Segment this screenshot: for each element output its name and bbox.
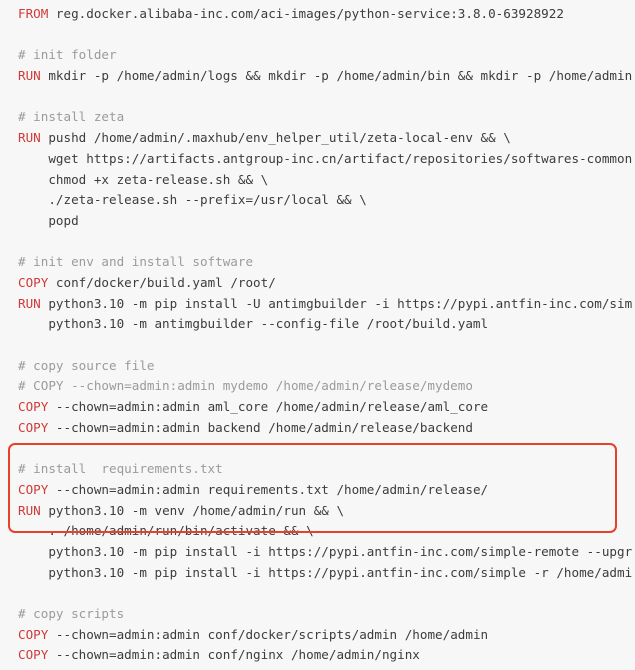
code-comment: # copy scripts xyxy=(18,605,125,621)
code-line[interactable]: # install requirements.txt xyxy=(0,459,635,480)
code-text: conf/docker/build.yaml /root/ xyxy=(48,274,276,290)
code-text: --chown=admin:admin backend /home/admin/… xyxy=(48,419,473,435)
code-comment: # init folder xyxy=(18,47,117,63)
code-line[interactable]: # copy source file xyxy=(0,356,635,377)
code-line[interactable]: COPY --chown=admin:admin aml_core /home/… xyxy=(0,397,635,418)
dockerfile-code-viewer: FROM reg.docker.alibaba-inc.com/aci-imag… xyxy=(0,0,635,670)
dockerfile-keyword: COPY xyxy=(18,399,49,415)
code-text: wget https://artifacts.antgroup-inc.cn/a… xyxy=(18,150,633,166)
code-text: --chown=admin:admin conf/nginx /home/adm… xyxy=(48,647,420,663)
code-line[interactable]: COPY --chown=admin:admin conf/nginx /hom… xyxy=(0,645,635,666)
code-line[interactable]: chmod +x zeta-release.sh && \ xyxy=(0,170,635,191)
code-line[interactable]: COPY --chown=admin:admin requirements.tx… xyxy=(0,480,635,501)
code-text: --chown=admin:admin aml_core /home/admin… xyxy=(48,399,489,415)
code-line[interactable]: python3.10 -m antimgbuilder --config-fil… xyxy=(0,314,635,335)
code-line[interactable]: RUN python3.10 -m venv /home/admin/run &… xyxy=(0,501,635,522)
code-line[interactable]: # install zeta xyxy=(0,107,635,128)
code-text: reg.docker.alibaba-inc.com/aci-images/py… xyxy=(48,6,564,21)
code-text: python3.10 -m antimgbuilder --config-fil… xyxy=(18,316,489,332)
code-text: popd xyxy=(18,212,79,228)
code-line[interactable]: python3.10 -m pip install -i https://pyp… xyxy=(0,563,635,584)
dockerfile-keyword: COPY xyxy=(18,647,49,663)
code-line[interactable]: FROM reg.docker.alibaba-inc.com/aci-imag… xyxy=(0,4,635,25)
code-text: python3.10 -m pip install -U antimgbuild… xyxy=(40,295,633,311)
code-line[interactable]: COPY --chown=admin:admin conf/docker/scr… xyxy=(0,625,635,646)
code-text: pushd /home/admin/.maxhub/env_helper_uti… xyxy=(40,130,511,146)
code-lines-container[interactable]: FROM reg.docker.alibaba-inc.com/aci-imag… xyxy=(0,0,635,670)
code-line[interactable]: popd xyxy=(0,211,635,232)
code-text: --chown=admin:admin requirements.txt /ho… xyxy=(48,481,489,497)
code-comment: # install zeta xyxy=(18,109,125,125)
code-line[interactable]: # copy scripts xyxy=(0,604,635,625)
dockerfile-keyword: RUN xyxy=(18,130,41,146)
dockerfile-keyword: COPY xyxy=(18,481,49,497)
code-text: ./zeta-release.sh --prefix=/usr/local &&… xyxy=(18,192,367,208)
code-text: . /home/admin/run/bin/activate && \ xyxy=(18,523,314,539)
code-text: --chown=admin:admin conf/docker/scripts/… xyxy=(48,626,489,642)
code-comment: # copy source file xyxy=(18,357,155,373)
code-line[interactable]: # init folder xyxy=(0,45,635,66)
code-line[interactable]: COPY --chown=admin:admin backend /home/a… xyxy=(0,418,635,439)
code-text: python3.10 -m pip install -i https://pyp… xyxy=(18,564,633,580)
code-line[interactable]: python3.10 -m pip install -i https://pyp… xyxy=(0,542,635,563)
code-line[interactable]: RUN pushd /home/admin/.maxhub/env_helper… xyxy=(0,128,635,149)
code-line[interactable]: wget https://artifacts.antgroup-inc.cn/a… xyxy=(0,149,635,170)
dockerfile-keyword: COPY xyxy=(18,419,49,435)
code-text: python3.10 -m pip install -i https://pyp… xyxy=(18,543,633,559)
code-comment: # COPY --chown=admin:admin mydemo /home/… xyxy=(18,378,473,394)
dockerfile-keyword: RUN xyxy=(18,502,41,518)
dockerfile-keyword: COPY xyxy=(18,626,49,642)
code-line[interactable]: # COPY --chown=admin:admin mydemo /home/… xyxy=(0,376,635,397)
code-text: python3.10 -m venv /home/admin/run && \ xyxy=(40,502,345,518)
dockerfile-keyword: RUN xyxy=(18,68,41,84)
code-text: mkdir -p /home/admin/logs && mkdir -p /h… xyxy=(40,68,633,84)
dockerfile-keyword: RUN xyxy=(18,295,41,311)
code-comment: # init env and install software xyxy=(18,254,254,270)
code-line[interactable]: RUN mkdir -p /home/admin/logs && mkdir -… xyxy=(0,66,635,87)
code-comment: # install requirements.txt xyxy=(18,461,223,477)
code-line[interactable]: COPY conf/docker/build.yaml /root/ xyxy=(0,273,635,294)
code-line[interactable]: # init env and install software xyxy=(0,252,635,273)
code-line[interactable]: RUN python3.10 -m pip install -U antimgb… xyxy=(0,294,635,315)
dockerfile-keyword: COPY xyxy=(18,274,49,290)
code-text: chmod +x zeta-release.sh && \ xyxy=(18,171,269,187)
code-line[interactable]: ./zeta-release.sh --prefix=/usr/local &&… xyxy=(0,190,635,211)
code-line[interactable]: . /home/admin/run/bin/activate && \ xyxy=(0,521,635,542)
dockerfile-keyword: FROM xyxy=(18,6,49,21)
